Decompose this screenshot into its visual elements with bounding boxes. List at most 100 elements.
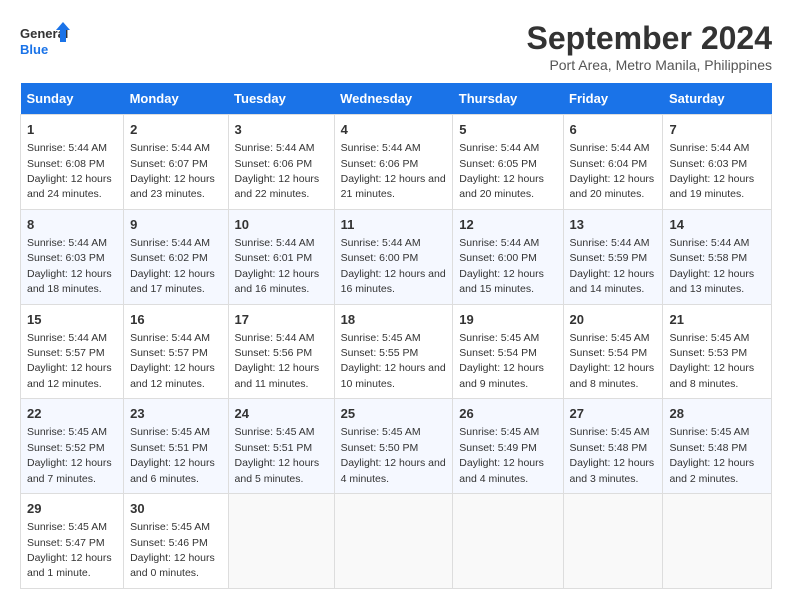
calendar-day-cell bbox=[228, 494, 334, 589]
day-number: 8 bbox=[27, 216, 117, 234]
sunset-info: Sunset: 6:03 PM bbox=[27, 252, 105, 264]
sunset-info: Sunset: 6:01 PM bbox=[235, 252, 313, 264]
day-number: 6 bbox=[570, 121, 657, 139]
daylight-info: Daylight: 12 hours and 1 minute. bbox=[27, 552, 112, 579]
sunrise-info: Sunrise: 5:44 AM bbox=[570, 142, 650, 154]
page-subtitle: Port Area, Metro Manila, Philippines bbox=[527, 57, 772, 73]
calendar-week-row: 1 Sunrise: 5:44 AM Sunset: 6:08 PM Dayli… bbox=[21, 115, 772, 210]
day-number: 17 bbox=[235, 311, 328, 329]
day-number: 16 bbox=[130, 311, 221, 329]
sunrise-info: Sunrise: 5:44 AM bbox=[570, 237, 650, 249]
calendar-day-cell: 28 Sunrise: 5:45 AM Sunset: 5:48 PM Dayl… bbox=[663, 399, 772, 494]
sunrise-info: Sunrise: 5:44 AM bbox=[27, 142, 107, 154]
day-number: 7 bbox=[669, 121, 765, 139]
day-number: 27 bbox=[570, 405, 657, 423]
calendar-week-row: 22 Sunrise: 5:45 AM Sunset: 5:52 PM Dayl… bbox=[21, 399, 772, 494]
daylight-info: Daylight: 12 hours and 21 minutes. bbox=[341, 173, 446, 200]
day-number: 9 bbox=[130, 216, 221, 234]
sunrise-info: Sunrise: 5:45 AM bbox=[669, 332, 749, 344]
day-number: 14 bbox=[669, 216, 765, 234]
sunrise-info: Sunrise: 5:44 AM bbox=[235, 332, 315, 344]
daylight-info: Daylight: 12 hours and 20 minutes. bbox=[459, 173, 544, 200]
sunset-info: Sunset: 5:54 PM bbox=[570, 347, 648, 359]
daylight-info: Daylight: 12 hours and 6 minutes. bbox=[130, 457, 215, 484]
sunrise-info: Sunrise: 5:44 AM bbox=[27, 332, 107, 344]
calendar-day-cell: 23 Sunrise: 5:45 AM Sunset: 5:51 PM Dayl… bbox=[124, 399, 228, 494]
day-number: 15 bbox=[27, 311, 117, 329]
daylight-info: Daylight: 12 hours and 17 minutes. bbox=[130, 268, 215, 295]
sunset-info: Sunset: 5:51 PM bbox=[130, 442, 208, 454]
sunrise-info: Sunrise: 5:45 AM bbox=[27, 426, 107, 438]
daylight-info: Daylight: 12 hours and 16 minutes. bbox=[235, 268, 320, 295]
sunrise-info: Sunrise: 5:44 AM bbox=[235, 142, 315, 154]
sunset-info: Sunset: 5:57 PM bbox=[130, 347, 208, 359]
calendar-day-cell: 20 Sunrise: 5:45 AM Sunset: 5:54 PM Dayl… bbox=[563, 304, 663, 399]
weekday-header-wednesday: Wednesday bbox=[334, 83, 453, 115]
calendar-day-cell: 30 Sunrise: 5:45 AM Sunset: 5:46 PM Dayl… bbox=[124, 494, 228, 589]
calendar-day-cell: 14 Sunrise: 5:44 AM Sunset: 5:58 PM Dayl… bbox=[663, 209, 772, 304]
day-number: 24 bbox=[235, 405, 328, 423]
day-number: 18 bbox=[341, 311, 447, 329]
sunset-info: Sunset: 5:48 PM bbox=[669, 442, 747, 454]
sunrise-info: Sunrise: 5:45 AM bbox=[341, 426, 421, 438]
sunset-info: Sunset: 6:00 PM bbox=[341, 252, 419, 264]
calendar-day-cell: 25 Sunrise: 5:45 AM Sunset: 5:50 PM Dayl… bbox=[334, 399, 453, 494]
calendar-day-cell: 17 Sunrise: 5:44 AM Sunset: 5:56 PM Dayl… bbox=[228, 304, 334, 399]
sunset-info: Sunset: 5:57 PM bbox=[27, 347, 105, 359]
calendar-day-cell bbox=[663, 494, 772, 589]
sunset-info: Sunset: 5:47 PM bbox=[27, 537, 105, 549]
calendar-day-cell: 27 Sunrise: 5:45 AM Sunset: 5:48 PM Dayl… bbox=[563, 399, 663, 494]
calendar-day-cell: 6 Sunrise: 5:44 AM Sunset: 6:04 PM Dayli… bbox=[563, 115, 663, 210]
sunset-info: Sunset: 6:04 PM bbox=[570, 158, 648, 170]
daylight-info: Daylight: 12 hours and 19 minutes. bbox=[669, 173, 754, 200]
day-number: 12 bbox=[459, 216, 556, 234]
calendar-day-cell: 8 Sunrise: 5:44 AM Sunset: 6:03 PM Dayli… bbox=[21, 209, 124, 304]
sunset-info: Sunset: 5:53 PM bbox=[669, 347, 747, 359]
calendar-day-cell: 19 Sunrise: 5:45 AM Sunset: 5:54 PM Dayl… bbox=[453, 304, 563, 399]
sunset-info: Sunset: 6:00 PM bbox=[459, 252, 537, 264]
weekday-header-thursday: Thursday bbox=[453, 83, 563, 115]
day-number: 19 bbox=[459, 311, 556, 329]
calendar-day-cell: 12 Sunrise: 5:44 AM Sunset: 6:00 PM Dayl… bbox=[453, 209, 563, 304]
sunrise-info: Sunrise: 5:44 AM bbox=[235, 237, 315, 249]
logo: General Blue bbox=[20, 20, 70, 65]
daylight-info: Daylight: 12 hours and 9 minutes. bbox=[459, 362, 544, 389]
calendar-day-cell: 16 Sunrise: 5:44 AM Sunset: 5:57 PM Dayl… bbox=[124, 304, 228, 399]
weekday-header-monday: Monday bbox=[124, 83, 228, 115]
svg-text:Blue: Blue bbox=[20, 42, 48, 57]
calendar-day-cell bbox=[563, 494, 663, 589]
weekday-header-row: SundayMondayTuesdayWednesdayThursdayFrid… bbox=[21, 83, 772, 115]
day-number: 21 bbox=[669, 311, 765, 329]
daylight-info: Daylight: 12 hours and 12 minutes. bbox=[27, 362, 112, 389]
daylight-info: Daylight: 12 hours and 4 minutes. bbox=[341, 457, 446, 484]
page-title: September 2024 bbox=[527, 20, 772, 57]
day-number: 29 bbox=[27, 500, 117, 518]
day-number: 10 bbox=[235, 216, 328, 234]
day-number: 20 bbox=[570, 311, 657, 329]
sunrise-info: Sunrise: 5:45 AM bbox=[459, 332, 539, 344]
sunrise-info: Sunrise: 5:45 AM bbox=[27, 521, 107, 533]
calendar-day-cell: 13 Sunrise: 5:44 AM Sunset: 5:59 PM Dayl… bbox=[563, 209, 663, 304]
day-number: 5 bbox=[459, 121, 556, 139]
daylight-info: Daylight: 12 hours and 24 minutes. bbox=[27, 173, 112, 200]
calendar-day-cell: 1 Sunrise: 5:44 AM Sunset: 6:08 PM Dayli… bbox=[21, 115, 124, 210]
daylight-info: Daylight: 12 hours and 18 minutes. bbox=[27, 268, 112, 295]
calendar-day-cell: 22 Sunrise: 5:45 AM Sunset: 5:52 PM Dayl… bbox=[21, 399, 124, 494]
calendar-day-cell: 3 Sunrise: 5:44 AM Sunset: 6:06 PM Dayli… bbox=[228, 115, 334, 210]
sunrise-info: Sunrise: 5:44 AM bbox=[669, 142, 749, 154]
day-number: 23 bbox=[130, 405, 221, 423]
calendar-day-cell: 10 Sunrise: 5:44 AM Sunset: 6:01 PM Dayl… bbox=[228, 209, 334, 304]
calendar-day-cell bbox=[334, 494, 453, 589]
sunset-info: Sunset: 5:48 PM bbox=[570, 442, 648, 454]
sunrise-info: Sunrise: 5:44 AM bbox=[341, 142, 421, 154]
sunrise-info: Sunrise: 5:45 AM bbox=[235, 426, 315, 438]
sunset-info: Sunset: 6:02 PM bbox=[130, 252, 208, 264]
calendar-day-cell: 15 Sunrise: 5:44 AM Sunset: 5:57 PM Dayl… bbox=[21, 304, 124, 399]
daylight-info: Daylight: 12 hours and 20 minutes. bbox=[570, 173, 655, 200]
daylight-info: Daylight: 12 hours and 15 minutes. bbox=[459, 268, 544, 295]
sunrise-info: Sunrise: 5:44 AM bbox=[459, 142, 539, 154]
daylight-info: Daylight: 12 hours and 7 minutes. bbox=[27, 457, 112, 484]
weekday-header-tuesday: Tuesday bbox=[228, 83, 334, 115]
sunrise-info: Sunrise: 5:44 AM bbox=[130, 142, 210, 154]
sunset-info: Sunset: 5:50 PM bbox=[341, 442, 419, 454]
